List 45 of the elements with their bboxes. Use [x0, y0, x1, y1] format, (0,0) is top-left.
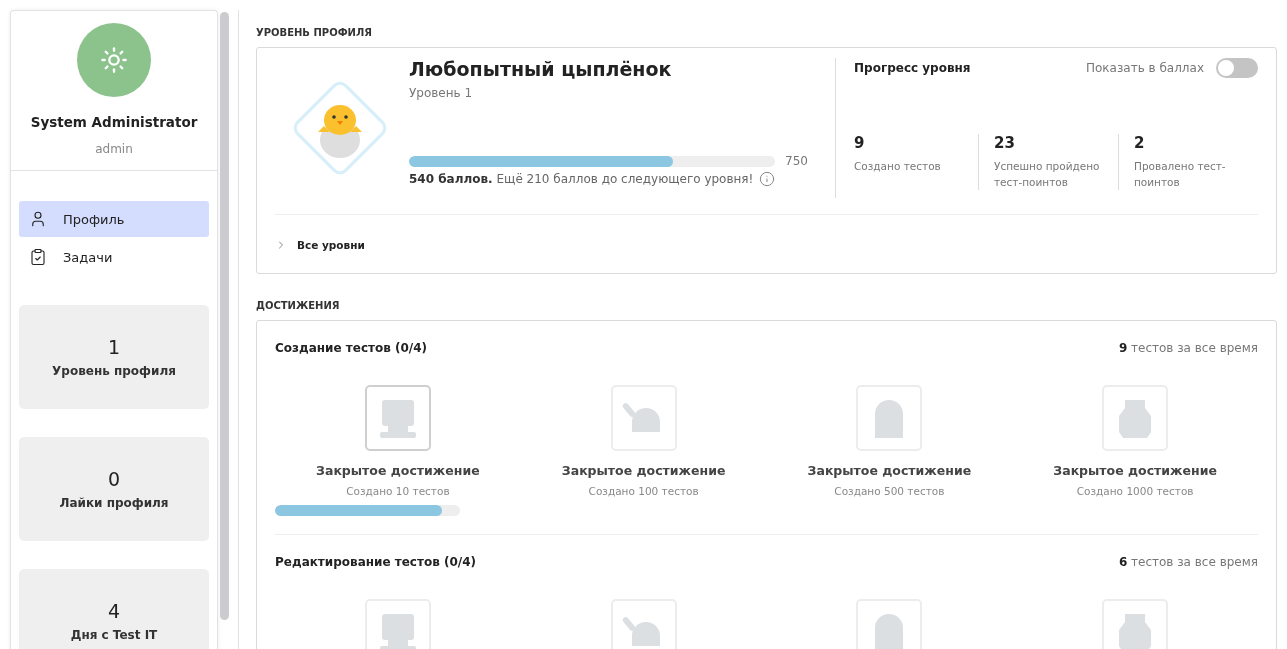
- stat-value: 4: [107, 600, 121, 622]
- stat-value: 0: [107, 468, 121, 490]
- achievement-title: Закрытое достижение: [316, 463, 480, 478]
- scrollbar-thumb[interactable]: [220, 12, 229, 620]
- group-title: Редактирование тестов (0/4): [275, 555, 476, 569]
- level-max-points: 750: [785, 154, 808, 168]
- metric-label: Провалено тест-поинтов: [1134, 159, 1227, 190]
- metric-value: 23: [994, 134, 1016, 152]
- achievement-subtitle: Создано 1000 тестов: [1076, 485, 1194, 497]
- metric-value: 9: [854, 134, 866, 152]
- progress-title: Прогресс уровня: [854, 61, 971, 75]
- nav-label: Задачи: [63, 249, 113, 265]
- group-title: Создание тестов (0/4): [275, 341, 428, 355]
- level-number: Уровень 1: [409, 86, 474, 100]
- stat-label: Уровень профиля: [52, 364, 176, 378]
- group-total: 9 тестов за все время: [1118, 341, 1258, 355]
- group-total: 6 тестов за все время: [1118, 555, 1258, 569]
- achievement-subtitle: Создано 500 тестов: [834, 485, 945, 497]
- clipboard-icon: [29, 248, 47, 266]
- user-name: System Administrator: [30, 114, 198, 130]
- nav-item[interactable]: Задачи: [19, 239, 209, 275]
- sun-icon: [100, 46, 128, 74]
- achievement-title: Закрытое достижение: [1053, 463, 1217, 478]
- section-title: ДОСТИЖЕНИЯ: [256, 300, 341, 311]
- toggle-label: Показать в баллах: [1086, 61, 1204, 75]
- nav-label: Профиль: [63, 211, 125, 227]
- stat-label: Дня с Test IT: [70, 628, 158, 642]
- metric-label: Успешно пройдено тест-поинтов: [994, 159, 1101, 190]
- metric-label: Создано тестов: [854, 159, 942, 174]
- nav-item[interactable]: Профиль: [19, 201, 209, 237]
- achievement-title: Закрытое достижение: [807, 463, 972, 478]
- achievement-title: Закрытое достижение: [561, 463, 726, 478]
- level-name: Любопытный цыплёнок: [409, 58, 673, 80]
- all-levels-expander[interactable]: Все уровни: [275, 215, 365, 273]
- achievement-subtitle: Создано 100 тестов: [588, 485, 699, 497]
- user-login: admin: [95, 142, 133, 156]
- stat-value: 1: [107, 336, 121, 358]
- stat-label: Лайки профиля: [59, 496, 169, 510]
- achievement-subtitle: Создано 10 тестов: [346, 485, 450, 497]
- points-text: 540 баллов. Ещё 210 баллов до следующего уровня!: [409, 172, 754, 186]
- info-icon[interactable]: [759, 171, 776, 187]
- toggle-switch[interactable]: [1216, 58, 1258, 78]
- user-icon: [29, 210, 47, 228]
- metric-value: 2: [1134, 134, 1146, 152]
- section-title: УРОВЕНЬ ПРОФИЛЯ: [256, 27, 373, 38]
